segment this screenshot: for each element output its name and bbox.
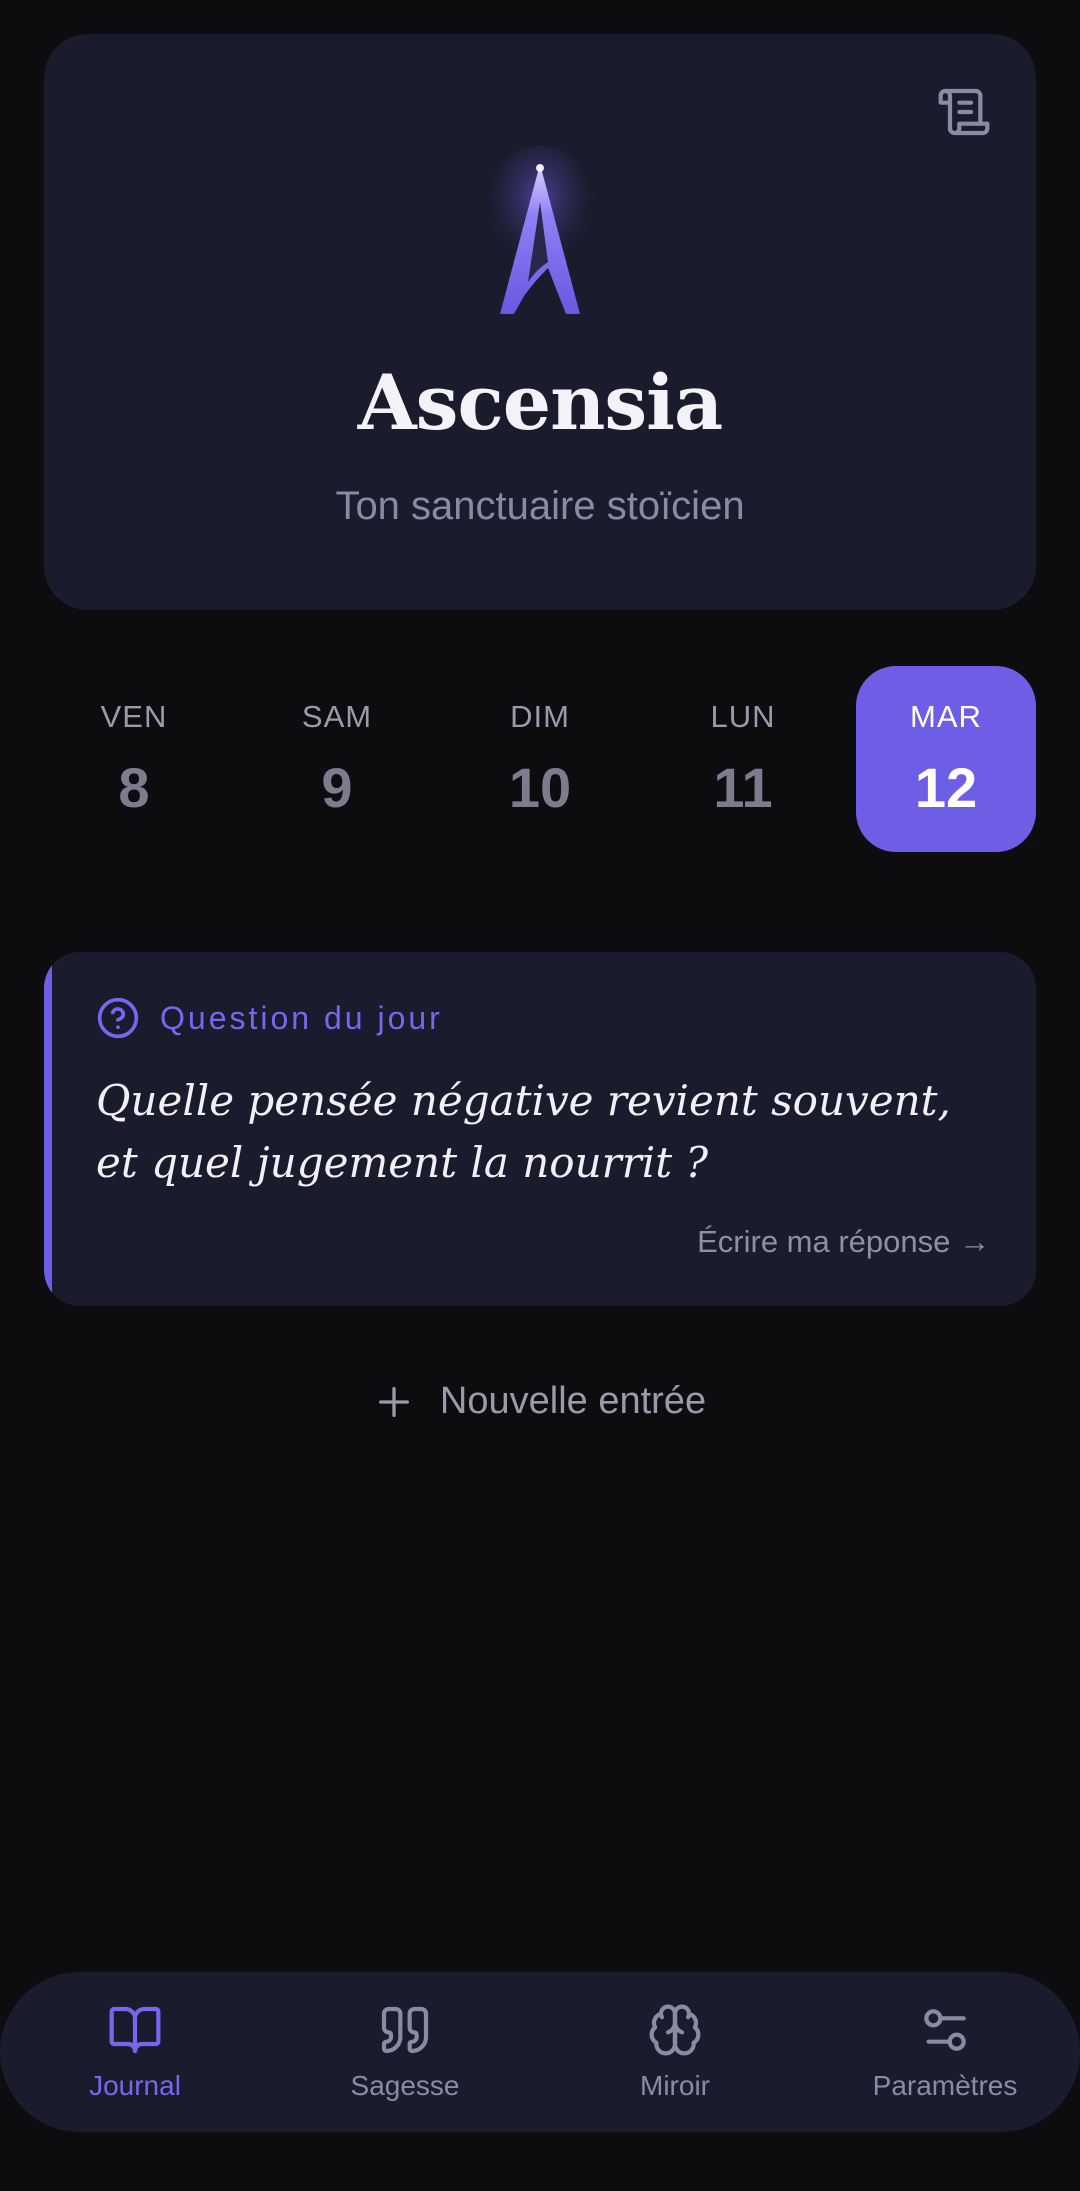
question-circle-icon — [97, 997, 139, 1039]
write-answer-link[interactable]: Écrire ma réponse → — [697, 1224, 990, 1260]
day-ven[interactable]: VEN 8 — [44, 666, 224, 852]
day-number: 10 — [508, 755, 572, 819]
day-mar-selected[interactable]: MAR 12 — [856, 666, 1036, 852]
day-dim[interactable]: DIM 10 — [450, 666, 630, 852]
day-number: 11 — [713, 755, 773, 819]
nav-sagesse-label: Sagesse — [350, 2070, 460, 2101]
bottom-nav: Journal Sagesse Miroir Paramètres — [0, 1972, 1080, 2132]
nav-miroir[interactable]: Miroir — [540, 1972, 810, 2132]
day-sam[interactable]: SAM 9 — [247, 666, 427, 852]
nav-miroir-label: Miroir — [640, 2070, 710, 2101]
day-number: 12 — [914, 755, 978, 819]
day-name: DIM — [510, 698, 570, 734]
brain-icon — [649, 2004, 701, 2056]
day-lun[interactable]: LUN 11 — [653, 666, 833, 852]
day-name: LUN — [710, 698, 776, 734]
app-subtitle: Ton sanctuaire stoïcien — [335, 484, 745, 528]
hero-card: Ascensia Ton sanctuaire stoïcien — [44, 34, 1036, 610]
nav-journal[interactable]: Journal — [0, 1972, 270, 2132]
journal-screen: Ascensia Ton sanctuaire stoïcien VEN 8 S… — [0, 0, 1080, 2191]
quote-icon — [381, 2006, 429, 2054]
question-header: Question du jour — [96, 996, 443, 1040]
new-entry-button[interactable]: Nouvelle entrée — [0, 1380, 1080, 1423]
sliders-icon — [924, 2009, 966, 2051]
day-number: 8 — [118, 755, 150, 819]
nav-parametres-label: Paramètres — [872, 2070, 1018, 2101]
nav-sagesse[interactable]: Sagesse — [270, 1972, 540, 2132]
day-number: 9 — [321, 755, 353, 819]
nav-parametres[interactable]: Paramètres — [810, 1972, 1080, 2132]
day-name: MAR — [910, 698, 982, 734]
ascensia-logo-icon — [482, 146, 598, 314]
day-selector: VEN 8 SAM 9 DIM 10 LUN 11 MAR 12 — [44, 666, 1036, 852]
scroll-icon — [938, 88, 990, 136]
question-text: Quelle pensée négative revient souvent, … — [96, 1076, 951, 1187]
nav-journal-label: Journal — [89, 2070, 181, 2101]
book-open-icon — [109, 2006, 161, 2054]
new-entry-label: Nouvelle entrée — [439, 1380, 707, 1422]
question-label: Question du jour — [160, 999, 443, 1036]
app-title: Ascensia — [357, 358, 724, 447]
question-card[interactable]: Question du jour Quelle pensée négative … — [44, 952, 1036, 1306]
day-name: SAM — [301, 698, 373, 734]
history-button[interactable] — [936, 84, 992, 140]
day-name: VEN — [100, 698, 168, 734]
plus-icon — [378, 1386, 409, 1417]
